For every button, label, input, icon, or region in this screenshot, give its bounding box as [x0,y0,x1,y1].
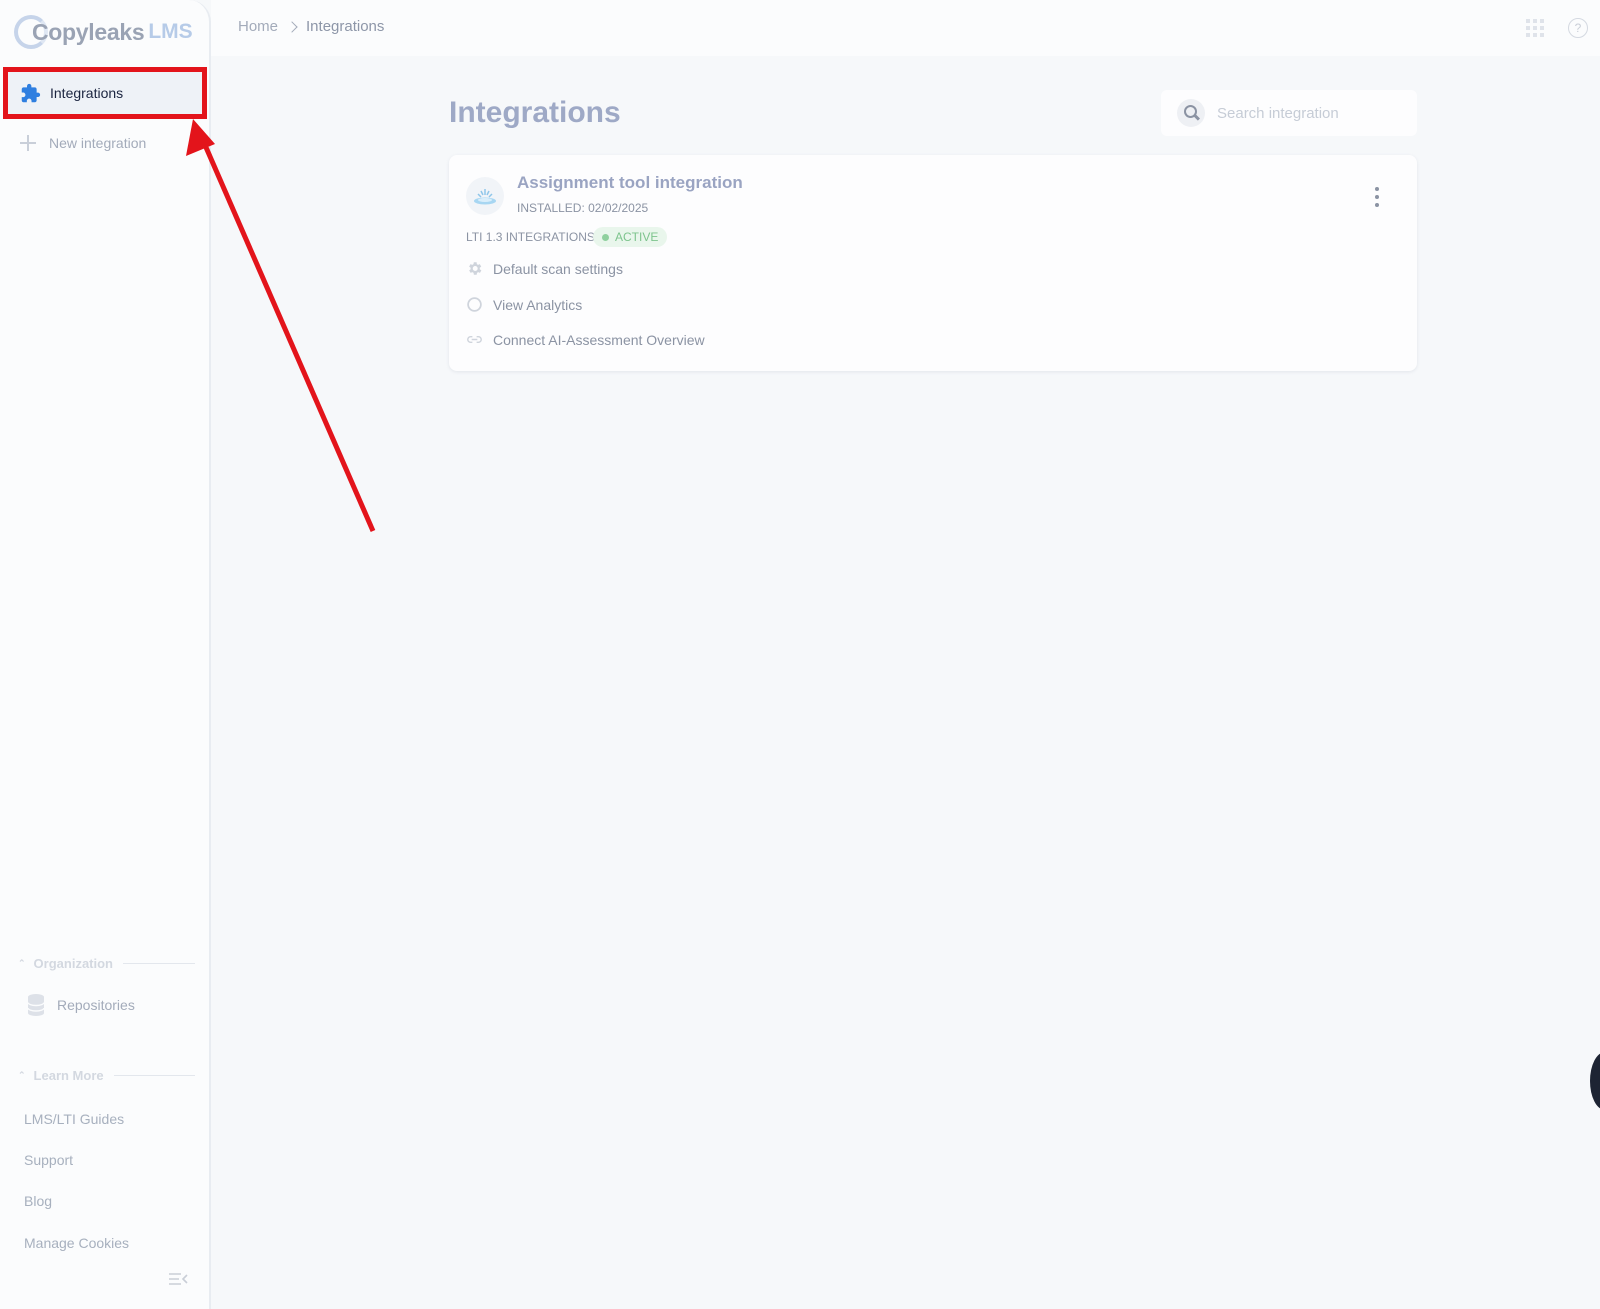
sidebar: Copyleaks LMS Integrations New integrati… [0,0,211,1309]
chevron-right-icon [286,20,298,33]
section-heading: Organization [33,956,113,971]
section-learn-more[interactable]: ⌃ Learn More [18,1068,195,1083]
breadcrumb-current: Integrations [306,18,385,35]
status-badge: ACTIVE [593,227,668,247]
plus-icon [20,135,36,151]
chevron-up-icon: ⌃ [18,1070,26,1080]
logo-lms-text: LMS [148,20,193,43]
database-icon [27,994,45,1016]
section-heading: Learn More [33,1068,104,1083]
chart-circle-icon [467,297,482,312]
puzzle-icon [21,83,41,102]
integration-logo-icon [466,177,504,215]
divider [113,1075,195,1076]
sidebar-item-label: New integration [49,135,147,151]
status-label: ACTIVE [615,230,659,244]
chat-launcher-button[interactable] [1590,1052,1600,1110]
apps-grid-icon[interactable] [1526,19,1544,37]
section-organization[interactable]: ⌃ Organization [18,956,195,971]
link-icon [467,335,482,344]
collapse-sidebar-icon[interactable] [168,1272,188,1286]
action-label: View Analytics [493,296,583,313]
link-manage-cookies[interactable]: Manage Cookies [24,1235,129,1251]
more-options-icon[interactable] [1374,187,1380,207]
search-icon [1177,99,1205,127]
logo-brand-text: Copyleaks [32,18,145,45]
search-box[interactable] [1161,90,1417,136]
sidebar-item-label: Repositories [57,997,135,1013]
action-label: Connect AI-Assessment Overview [493,331,705,348]
breadcrumb: Home Integrations [238,18,384,35]
action-view-analytics[interactable]: View Analytics [466,296,582,313]
breadcrumb-home[interactable]: Home [238,18,278,35]
sidebar-item-label: Integrations [50,85,124,101]
sidebar-item-new-integration[interactable]: New integration [20,135,146,151]
sidebar-item-repositories[interactable]: Repositories [27,993,135,1017]
search-input[interactable] [1217,104,1407,122]
status-dot-icon [602,233,609,241]
chevron-up-icon: ⌃ [18,958,26,968]
topbar: Home Integrations [211,0,1600,56]
link-blog[interactable]: Blog [24,1193,52,1209]
integration-type: LTI 1.3 INTEGRATIONS [466,230,595,244]
gear-icon [469,262,482,275]
link-lms-lti-guides[interactable]: LMS/LTI Guides [24,1111,124,1127]
integration-card: Assignment tool integration INSTALLED: 0… [449,155,1417,371]
integration-title[interactable]: Assignment tool integration [517,173,743,193]
action-label: Default scan settings [493,260,623,277]
divider [123,963,195,964]
sidebar-item-integrations[interactable]: Integrations [3,67,207,119]
action-connect-ai-assessment[interactable]: Connect AI-Assessment Overview [466,331,705,348]
copyleaks-logo[interactable]: Copyleaks LMS [14,14,193,50]
help-circle-icon[interactable]: ? [1568,18,1588,38]
page-title: Integrations [449,96,621,129]
installed-date: INSTALLED: 02/02/2025 [517,201,649,215]
link-support[interactable]: Support [24,1152,73,1168]
action-default-scan-settings[interactable]: Default scan settings [466,260,623,277]
